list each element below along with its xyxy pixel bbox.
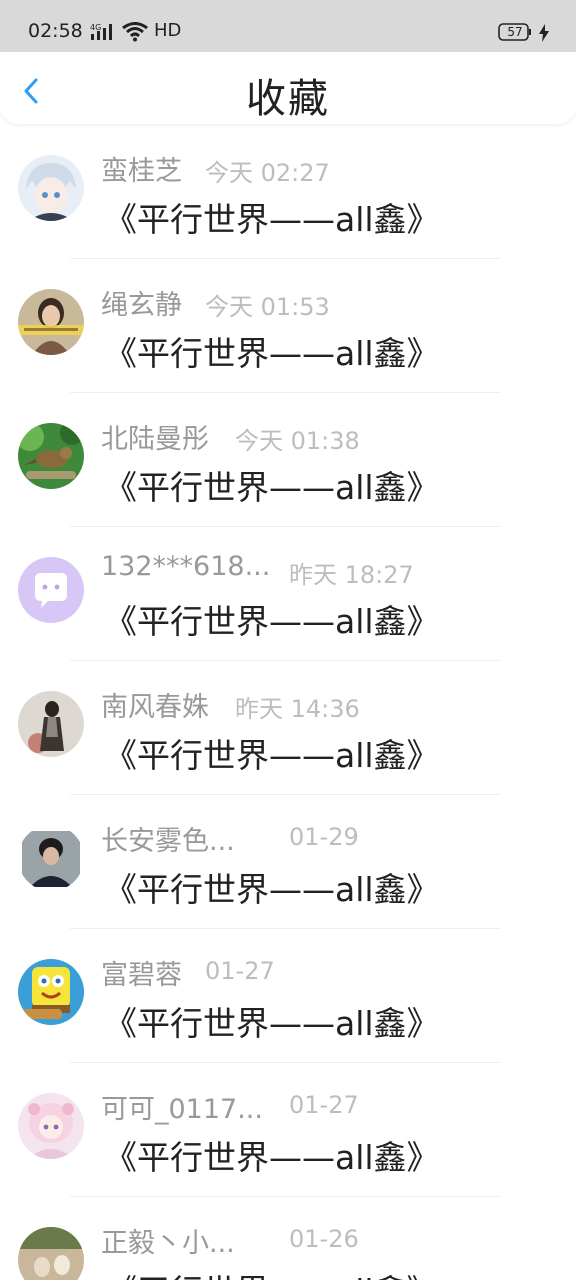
collected-time: 01-27 [289, 1091, 359, 1119]
book-title: 《平行世界——all鑫》 [104, 602, 440, 641]
collected-time: 01-29 [289, 823, 359, 851]
hd-indicator: HD [154, 20, 182, 41]
book-title: 《平行世界——all鑫》 [104, 1265, 440, 1280]
battery-level: 57 [507, 25, 523, 39]
collected-time: 今天 02:27 [205, 159, 330, 187]
network-type-label: 4G [90, 23, 101, 32]
book-title: 《平行世界——all鑫》 [104, 1004, 440, 1043]
wifi-icon [122, 22, 148, 42]
user-avatar[interactable] [18, 289, 84, 355]
user-name: 北陆曼彤 [101, 424, 209, 455]
collected-time: 01-27 [205, 957, 275, 985]
collected-time: 今天 01:53 [205, 293, 330, 321]
book-title: 《平行世界——all鑫》 [104, 468, 440, 507]
user-name: 蛮桂芝 [101, 156, 182, 187]
user-name: 正毅丶小... [101, 1228, 235, 1259]
book-title: 《平行世界——all鑫》 [104, 870, 440, 909]
collected-time: 01-26 [289, 1225, 359, 1253]
collected-time: 今天 01:38 [235, 427, 360, 455]
user-name: 长安雾色... [101, 826, 235, 857]
book-title: 《平行世界——all鑫》 [104, 1138, 440, 1177]
list-item[interactable]: 北陆曼彤 今天 01:38 《平行世界——all鑫》 [0, 393, 576, 527]
user-avatar[interactable] [18, 1227, 84, 1280]
favorites-list: 蛮桂芝 今天 02:27 《平行世界——all鑫》 绳玄静 今天 01:53 《… [0, 125, 576, 1280]
user-avatar[interactable] [18, 557, 84, 623]
list-item[interactable]: 可可_0117... 01-27 《平行世界——all鑫》 [0, 1063, 576, 1197]
list-item[interactable]: 132***618... 昨天 18:27 《平行世界——all鑫》 [0, 527, 576, 661]
user-name: 可可_0117... [101, 1094, 263, 1125]
user-name: 富碧蓉 [101, 960, 182, 991]
user-name: 132***618... [101, 551, 271, 582]
page-title: 收藏 [246, 76, 330, 122]
list-item[interactable]: 长安雾色... 01-29 《平行世界——all鑫》 [0, 795, 576, 929]
list-item[interactable]: 正毅丶小... 01-26 《平行世界——all鑫》 [0, 1197, 576, 1280]
list-item[interactable]: 绳玄静 今天 01:53 《平行世界——all鑫》 [0, 259, 576, 393]
user-name: 绳玄静 [101, 290, 182, 321]
book-title: 《平行世界——all鑫》 [104, 334, 440, 373]
user-avatar[interactable] [18, 423, 84, 489]
collected-time: 昨天 14:36 [235, 695, 360, 723]
book-title: 《平行世界——all鑫》 [104, 736, 440, 775]
charging-icon [539, 24, 549, 42]
list-item[interactable]: 蛮桂芝 今天 02:27 《平行世界——all鑫》 [0, 125, 576, 259]
book-title: 《平行世界——all鑫》 [104, 200, 440, 239]
collected-time: 昨天 18:27 [289, 561, 414, 589]
user-avatar[interactable] [18, 691, 84, 757]
user-name: 南风春姝 [101, 692, 209, 723]
user-avatar[interactable] [18, 959, 84, 1025]
favorites-screen: 02:58 4G HD 57 收藏 蛮桂芝 今天 02:27 《平行世界——al… [0, 0, 576, 1280]
title-bar: 收藏 [0, 52, 576, 124]
list-item[interactable]: 南风春姝 昨天 14:36 《平行世界——all鑫》 [0, 661, 576, 795]
cellular-signal-icon: 4G [90, 23, 112, 40]
status-bar: 02:58 4G HD 57 [0, 0, 576, 52]
user-avatar[interactable] [18, 825, 84, 891]
user-avatar[interactable] [18, 155, 84, 221]
list-item[interactable]: 富碧蓉 01-27 《平行世界——all鑫》 [0, 929, 576, 1063]
status-time: 02:58 [28, 20, 83, 42]
user-avatar[interactable] [18, 1093, 84, 1159]
